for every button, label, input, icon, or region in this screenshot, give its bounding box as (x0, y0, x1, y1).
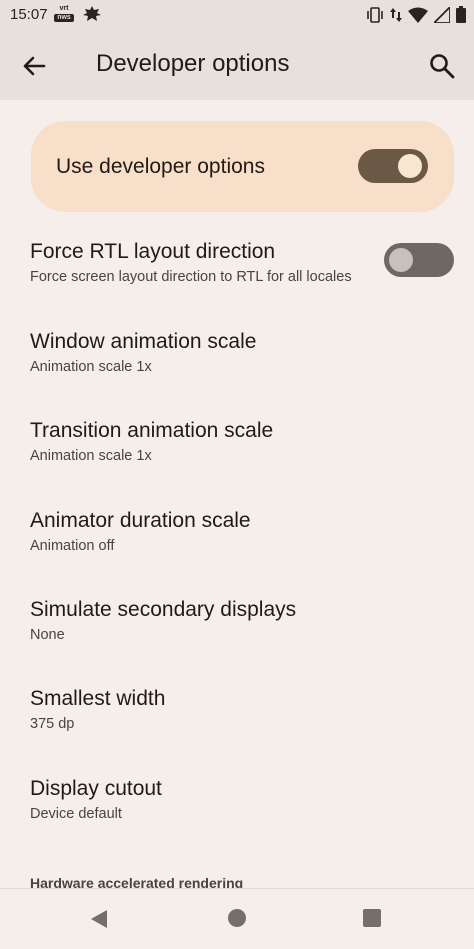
setting-display-cutout[interactable]: Display cutout Device default (0, 777, 474, 837)
setting-subtitle: Device default (30, 806, 122, 822)
nav-back-icon[interactable] (89, 909, 109, 929)
wifi-icon (408, 7, 428, 23)
toggle-knob (389, 248, 413, 272)
setting-title: Force RTL layout direction (30, 240, 276, 263)
setting-subtitle: 375 dp (30, 716, 75, 732)
badge-top-text: vrt (59, 5, 69, 12)
navigation-bar (0, 888, 474, 949)
status-time: 15:07 (10, 6, 48, 23)
search-icon[interactable] (428, 52, 456, 80)
page-title: Developer options (96, 50, 290, 77)
setting-subtitle: Animation scale 1x (30, 448, 152, 464)
setting-title: Smallest width (30, 687, 166, 710)
cell-signal-icon (434, 6, 450, 23)
toggle-knob (398, 154, 422, 178)
vrt-nws-icon: vrt nws (54, 5, 74, 23)
setting-title: Animator duration scale (30, 509, 251, 532)
setting-title: Display cutout (30, 777, 162, 800)
nav-home-icon[interactable] (228, 909, 246, 927)
data-arrows-icon (390, 7, 402, 22)
setting-subtitle: Animation off (30, 538, 115, 554)
setting-animator-duration-scale[interactable]: Animator duration scale Animation off (0, 509, 474, 569)
app-bar: Developer options (0, 30, 474, 100)
battery-icon (456, 6, 466, 23)
setting-subtitle: Force screen layout direction to RTL for… (30, 269, 352, 285)
status-bar: 15:07 vrt nws (0, 0, 474, 30)
setting-window-animation-scale[interactable]: Window animation scale Animation scale 1… (0, 330, 474, 390)
arrow-back-icon[interactable] (20, 52, 48, 80)
badge-bottom-text: nws (54, 14, 74, 22)
setting-title: Window animation scale (30, 330, 257, 353)
vibrate-icon (367, 6, 383, 23)
use-developer-options-label: Use developer options (56, 155, 265, 178)
use-developer-options-card[interactable]: Use developer options (31, 121, 454, 212)
system-icons (366, 6, 466, 23)
use-developer-options-toggle[interactable] (358, 149, 428, 183)
setting-force-rtl[interactable]: Force RTL layout direction Force screen … (0, 240, 474, 300)
setting-simulate-secondary-displays[interactable]: Simulate secondary displays None (0, 598, 474, 658)
setting-subtitle: None (30, 627, 65, 643)
setting-title: Simulate secondary displays (30, 598, 297, 621)
nav-recents-icon[interactable] (363, 909, 381, 927)
setting-transition-animation-scale[interactable]: Transition animation scale Animation sca… (0, 419, 474, 479)
leaf-icon (83, 6, 101, 21)
setting-subtitle: Animation scale 1x (30, 359, 152, 375)
setting-smallest-width[interactable]: Smallest width 375 dp (0, 687, 474, 747)
force-rtl-toggle[interactable] (384, 243, 454, 277)
setting-title: Transition animation scale (30, 419, 274, 442)
